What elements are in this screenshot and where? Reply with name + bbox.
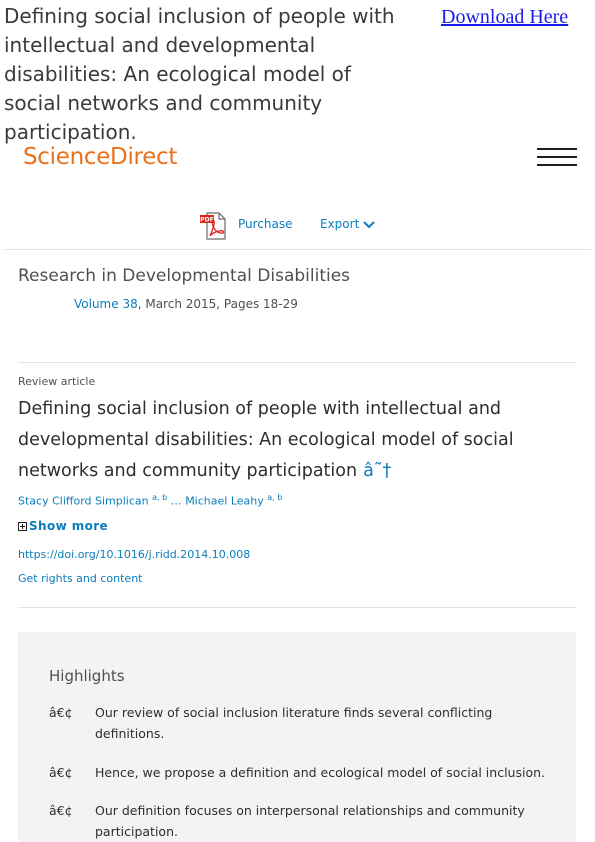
journal-title[interactable]: Research in Developmental Disabilities	[18, 266, 350, 286]
download-link[interactable]: Download Here	[441, 6, 568, 29]
article-title-text: Defining social inclusion of people with…	[18, 399, 514, 481]
show-more-button[interactable]: Show more	[18, 519, 108, 533]
author-affiliation[interactable]: a, b	[152, 493, 167, 502]
authors-ellipsis: …	[167, 494, 186, 508]
author-link[interactable]: Michael Leahy	[185, 495, 264, 508]
rights-link[interactable]: Get rights and content	[18, 572, 142, 585]
divider	[18, 362, 576, 363]
highlight-text: Our review of social inclusion literatur…	[95, 705, 493, 741]
highlight-text: Hence, we propose a definition and ecolo…	[95, 765, 545, 780]
bullet: â€¢	[49, 803, 73, 818]
author-list: Stacy Clifford Simplican a, b … Michael …	[18, 493, 282, 508]
bullet: â€¢	[49, 705, 73, 720]
divider	[4, 249, 591, 250]
article-type: Review article	[18, 375, 96, 388]
show-more-label: Show more	[29, 519, 109, 533]
export-dropdown[interactable]: Export	[320, 217, 359, 231]
sciencedirect-logo[interactable]: ScienceDirect	[23, 144, 177, 170]
pdf-icon[interactable]: PDF	[199, 211, 229, 241]
bullet: â€¢	[49, 765, 73, 780]
doi-link[interactable]: https://doi.org/10.1016/j.ridd.2014.10.0…	[18, 548, 250, 561]
highlights-title: Highlights	[49, 667, 125, 685]
title-footnote-mark[interactable]: â˜†	[363, 461, 391, 481]
divider	[18, 607, 576, 608]
article-toolbar: PDF Purchase Export	[0, 210, 595, 242]
volume-info: Volume 38, March 2015, Pages 18-29	[74, 297, 298, 311]
article-title: Defining social inclusion of people with…	[18, 394, 576, 487]
plus-box-icon	[18, 522, 27, 531]
highlights-panel: Highlights â€¢ Our review of social incl…	[18, 632, 576, 842]
hamburger-menu-icon[interactable]	[537, 148, 577, 168]
author-link[interactable]: Stacy Clifford Simplican	[18, 495, 149, 508]
document-title: Defining social inclusion of people with…	[4, 4, 395, 144]
author-affiliation[interactable]: a, b	[267, 493, 282, 502]
highlight-text: Our definition focuses on interpersonal …	[95, 803, 525, 839]
chevron-down-icon[interactable]	[362, 219, 376, 231]
volume-details: , March 2015, Pages 18-29	[137, 297, 298, 311]
volume-link[interactable]: Volume 38	[74, 297, 138, 311]
purchase-link[interactable]: Purchase	[238, 217, 293, 231]
